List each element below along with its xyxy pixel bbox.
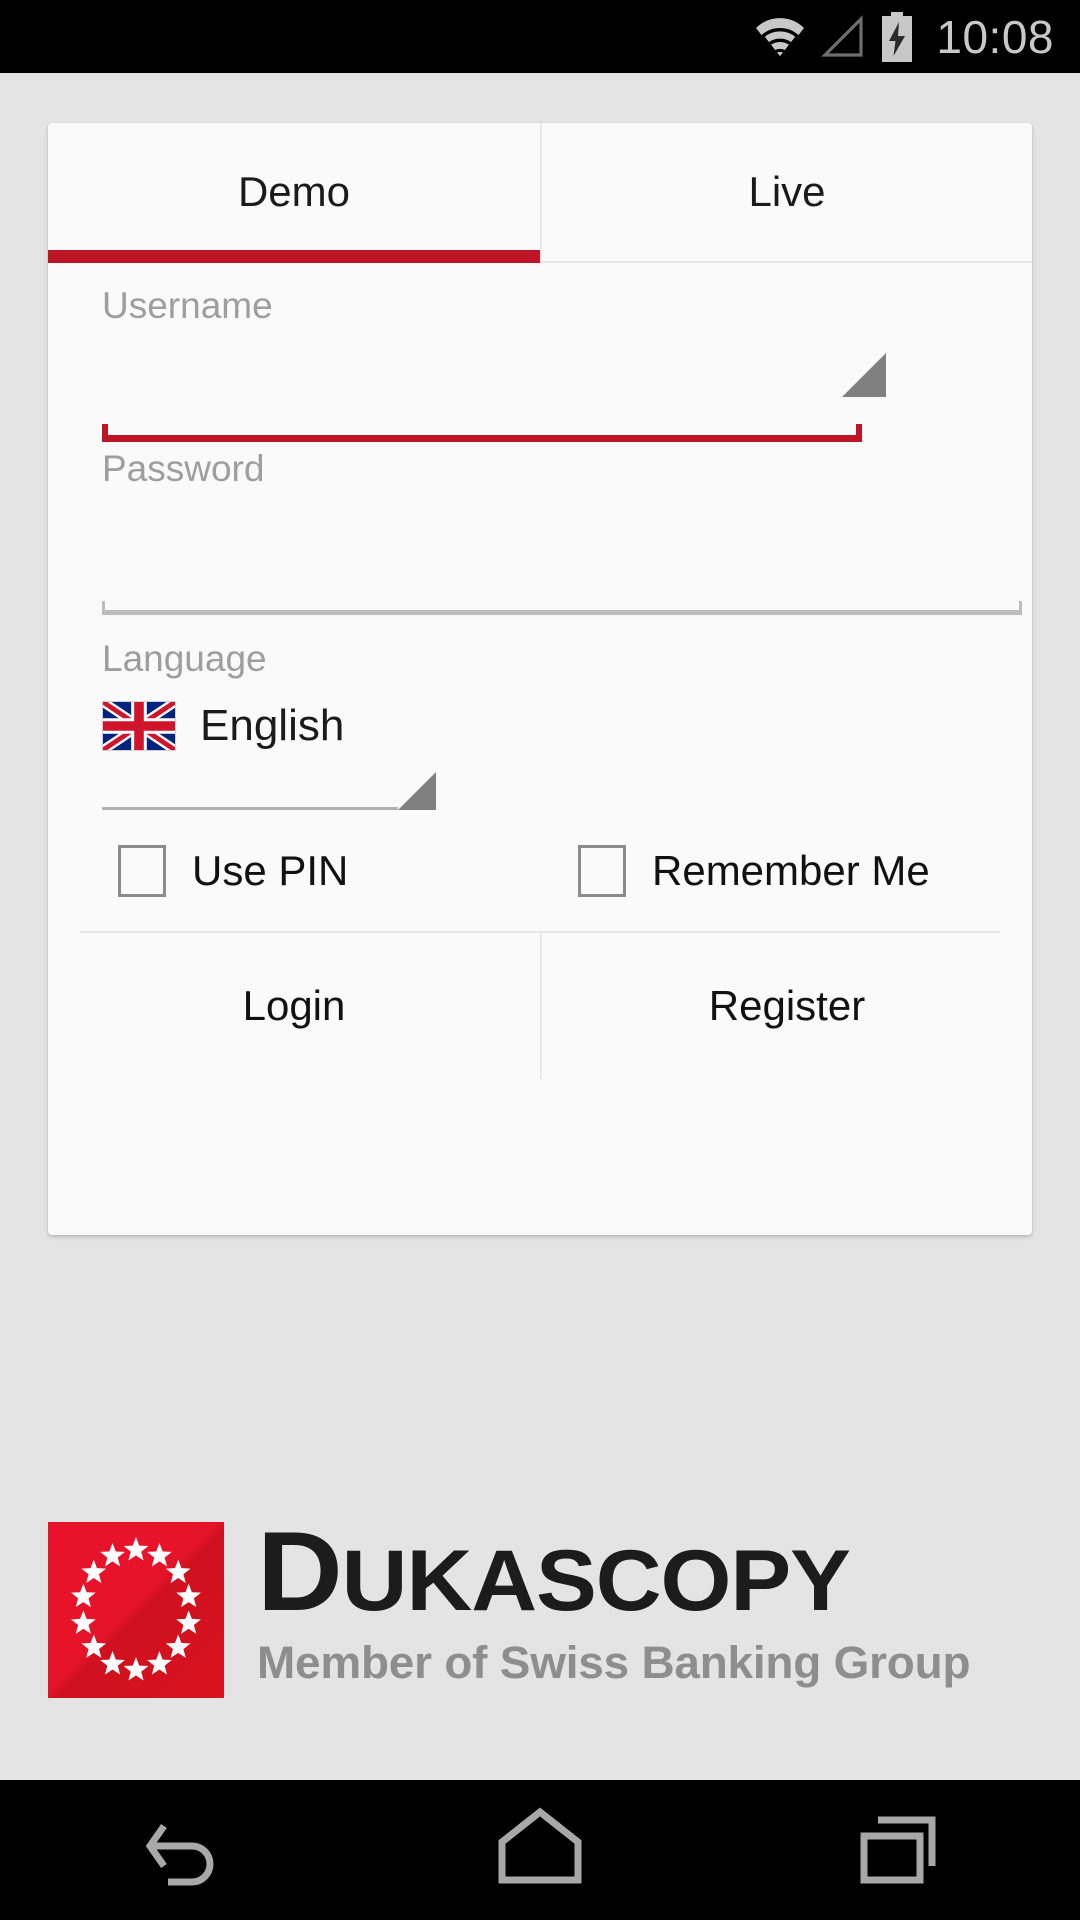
- register-button-label: Register: [708, 982, 866, 1029]
- brand-wordmark-initial: D: [257, 1509, 343, 1634]
- use-pin-label: Use PIN: [192, 847, 349, 894]
- star-icon: [81, 1634, 107, 1658]
- tab-bar: Demo Live: [48, 123, 1032, 263]
- tab-live-label: Live: [748, 168, 826, 215]
- remember-me-checkbox-item[interactable]: Remember Me: [540, 845, 1000, 897]
- username-input[interactable]: [80, 327, 840, 435]
- nav-back-button[interactable]: [0, 1780, 360, 1920]
- star-icon: [123, 1657, 149, 1681]
- home-icon: [498, 1807, 582, 1884]
- username-input-row: [80, 327, 1000, 435]
- language-dropdown-caret-icon[interactable]: [398, 772, 436, 810]
- password-input[interactable]: [80, 490, 1000, 610]
- star-icon: [165, 1634, 191, 1658]
- star-icon: [147, 1542, 172, 1567]
- language-label: Language: [102, 638, 267, 679]
- password-field-group: Password: [80, 426, 1022, 616]
- android-navigation-bar: [0, 1780, 1080, 1920]
- use-pin-checkbox[interactable]: [118, 845, 166, 897]
- options-row: Use PIN Remember Me: [80, 831, 1000, 933]
- cellular-signal-icon: [821, 14, 863, 57]
- tab-live[interactable]: Live: [540, 123, 1032, 261]
- status-bar: 10:08: [0, 0, 1080, 73]
- tab-demo[interactable]: Demo: [48, 123, 540, 263]
- password-label: Password: [102, 448, 265, 489]
- password-input-row: [80, 490, 1000, 610]
- tab-demo-label: Demo: [237, 168, 351, 215]
- brand-logo: DUKASCOPY Member of Swiss Banking Group: [48, 1516, 1038, 1722]
- wifi-icon: [756, 17, 805, 59]
- language-field-group: Language English: [80, 616, 1000, 831]
- remember-me-checkbox[interactable]: [578, 845, 626, 897]
- brand-wordmark-rest: UKASCOPY: [341, 1533, 851, 1629]
- username-field-group: Username: [80, 263, 1000, 442]
- star-icon: [70, 1583, 96, 1608]
- use-pin-checkbox-item[interactable]: Use PIN: [80, 845, 540, 897]
- battery-charging-icon: [882, 11, 913, 62]
- login-form: Username Password Language English Use P…: [48, 263, 1032, 933]
- brand-text-block: DUKASCOPY Member of Swiss Banking Group: [257, 1516, 971, 1689]
- action-row: Login Register: [48, 933, 1032, 1079]
- star-icon: [70, 1610, 96, 1634]
- star-circle: [70, 1537, 202, 1681]
- brand-wordmark: DUKASCOPY: [257, 1516, 998, 1629]
- nav-home-button[interactable]: [360, 1780, 720, 1920]
- back-icon: [145, 1823, 214, 1886]
- password-underline: [102, 601, 1022, 615]
- language-spinner[interactable]: English: [80, 680, 1000, 772]
- dukascopy-emblem-icon: [48, 1522, 224, 1698]
- tab-active-indicator: [48, 250, 540, 263]
- remember-me-label: Remember Me: [652, 847, 930, 894]
- brand-tagline: Member of Swiss Banking Group: [257, 1637, 971, 1688]
- united-kingdom-flag-icon: [102, 701, 176, 751]
- login-card: Demo Live Username Password Language Eng…: [48, 123, 1032, 1235]
- recents-icon: [860, 1816, 936, 1884]
- star-icon: [165, 1559, 191, 1584]
- star-icon: [100, 1651, 125, 1675]
- language-underline: [102, 807, 398, 810]
- username-dropdown-caret-icon[interactable]: [842, 353, 886, 397]
- register-button[interactable]: Register: [540, 933, 1032, 1079]
- star-icon: [81, 1559, 107, 1584]
- star-icon: [176, 1610, 202, 1634]
- language-underline-row: [102, 772, 436, 810]
- status-clock: 10:08: [936, 10, 1054, 63]
- login-button-label: Login: [242, 982, 346, 1029]
- language-value: English: [200, 701, 345, 750]
- star-icon: [147, 1651, 172, 1675]
- star-icon: [176, 1583, 202, 1608]
- username-label: Username: [102, 285, 273, 326]
- star-icon: [123, 1537, 149, 1561]
- nav-recents-button[interactable]: [720, 1780, 1080, 1920]
- login-button[interactable]: Login: [48, 933, 540, 1079]
- star-icon: [100, 1542, 125, 1567]
